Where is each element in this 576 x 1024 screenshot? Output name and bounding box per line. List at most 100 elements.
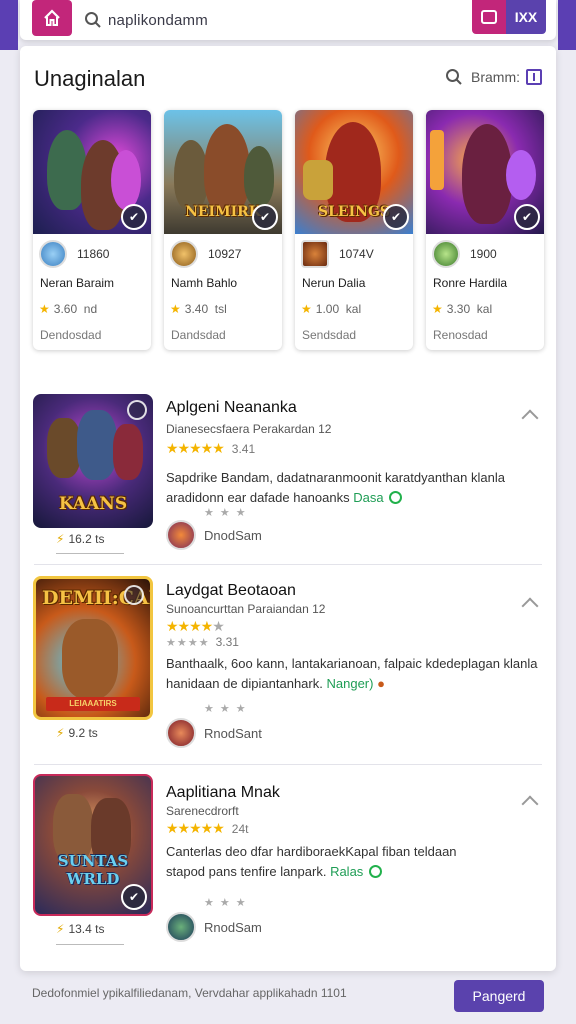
status-text: Dendosdad <box>40 328 102 342</box>
game-thumbnail: SUNTAS WRLD ✔ <box>33 774 153 916</box>
rating: ★ 3.40 tsl <box>170 302 227 316</box>
download-count: 1900 <box>470 247 497 261</box>
price: ⚡ 13.4 ts <box>56 922 105 936</box>
game-name: Nerun Dalia <box>302 276 366 290</box>
game-artwork: SLEINGS ✔ <box>295 110 413 234</box>
featured-card[interactable]: ✔ 1900 Ronre Hardila ★ 3.30 kal Renosdad <box>426 110 544 350</box>
price: ⚡ 16.2 ts <box>56 532 105 546</box>
developer-row[interactable]: RnodSam <box>166 912 262 942</box>
verified-badge-icon: ✔ <box>383 204 409 230</box>
verified-badge-icon: ✔ <box>514 204 540 230</box>
avatar <box>432 240 460 268</box>
developer-name: DnodSam <box>204 527 262 543</box>
game-logo: SUNTAS WRLD <box>57 852 129 888</box>
developer-name: RnodSant <box>204 725 262 741</box>
game-logo: KAANS <box>58 494 128 514</box>
avatar <box>170 240 198 268</box>
rating: ★ 1.00 kal <box>301 302 362 316</box>
game-title: Aplgeni Neananka <box>166 399 297 416</box>
divider <box>34 564 542 565</box>
game-artwork: ✔ <box>33 110 151 234</box>
star-icon: ★ <box>170 302 181 316</box>
game-description: Sapdrike Bandam, dadatnaranmoonit karatd… <box>166 470 505 505</box>
game-name: Ronre Hardila <box>433 276 508 290</box>
info-icon[interactable] <box>127 400 147 420</box>
game-title: Aaplitiana Mnak <box>166 784 280 801</box>
divider <box>56 553 124 554</box>
developer-name: RnodSam <box>204 919 262 935</box>
emoji-icon: ● <box>377 676 385 691</box>
developer-row[interactable]: RnodSant <box>166 718 262 748</box>
rating-count: ★ ★ ★ ★ 3.31 <box>166 635 239 649</box>
close-button[interactable]: IXX <box>506 0 546 34</box>
verified-badge-icon: ✔ <box>252 204 278 230</box>
price: ⚡ 9.2 ts <box>56 726 98 740</box>
main-panel: Unaginalan Bramm: ✔ 11860 Neran Baraim ★… <box>20 46 556 971</box>
mini-rating-icon: ★★★ <box>204 703 252 715</box>
list-item[interactable]: KAANS ⚡ 16.2 ts Aplgeni Neananka Dianesec… <box>20 392 556 562</box>
avatar <box>166 912 196 942</box>
rating-stars: ★★★★ ★ <box>166 618 225 634</box>
game-thumbnail: DEMII:CAN LEIAAATIRS <box>33 576 153 720</box>
chat-icon <box>481 10 497 24</box>
avatar <box>39 240 67 268</box>
browse-label[interactable]: Bramm: <box>471 69 520 85</box>
rating-stars: ★★★★★ 24t <box>166 820 249 836</box>
chevron-up-icon[interactable] <box>521 597 539 615</box>
featured-row: ✔ 11860 Neran Baraim ★ 3.60 nd Dendosdad … <box>33 110 545 350</box>
verified-badge-icon: ✔ <box>121 204 147 230</box>
avatar <box>166 520 196 550</box>
tag-icon: ⚡ <box>56 726 65 740</box>
game-artwork: ✔ <box>426 110 544 234</box>
developer-row[interactable]: DnodSam <box>166 520 262 550</box>
game-thumbnail: KAANS <box>33 394 153 528</box>
mini-rating-icon: ★★★ <box>204 507 252 519</box>
page-title: Unaginalan <box>34 66 146 91</box>
game-name: Neran Baraim <box>40 276 115 290</box>
footer-button[interactable]: Pangerd <box>454 980 544 1012</box>
featured-card[interactable]: NEIMIRK ✔ 10927 Namh Bahlo ★ 3.40 tsl Dan… <box>164 110 282 350</box>
download-count: 11860 <box>77 247 110 261</box>
search-bar: naplikondamm IXX <box>20 0 556 40</box>
chevron-up-icon[interactable] <box>521 795 539 813</box>
search-input[interactable]: naplikondamm <box>108 12 208 29</box>
search-icon[interactable] <box>445 68 463 86</box>
mini-rating-icon: ★★★ <box>204 897 252 909</box>
check-icon <box>368 865 382 878</box>
featured-card[interactable]: ✔ 11860 Neran Baraim ★ 3.60 nd Dendosdad <box>33 110 151 350</box>
star-icon: ★ <box>432 302 443 316</box>
download-count: 10927 <box>208 247 242 261</box>
featured-card[interactable]: SLEINGS ✔ 1074V Nerun Dalia ★ 1.00 kal Se… <box>295 110 413 350</box>
left-accent-bar <box>0 0 18 50</box>
chat-button[interactable] <box>472 0 506 34</box>
game-subtitle: Sarenecdrorft <box>166 804 239 818</box>
list-item[interactable]: SUNTAS WRLD ✔ ⚡ 13.4 ts Aaplitiana Mnak S… <box>20 774 556 964</box>
status-text: Dandsdad <box>171 328 226 342</box>
list-item[interactable]: DEMII:CAN LEIAAATIRS ⚡9.2 ts Laydgat Beo… <box>20 574 556 764</box>
tag-icon: ⚡ <box>56 922 65 936</box>
status-text: Sendsdad <box>302 328 357 342</box>
star-icon: ★ <box>39 302 50 316</box>
verified-badge-icon: ✔ <box>121 884 147 910</box>
home-icon <box>44 9 60 26</box>
status-text: Renosdad <box>433 328 488 342</box>
home-button[interactable] <box>32 0 72 36</box>
info-icon[interactable] <box>124 585 144 605</box>
game-name: Namh Bahlo <box>171 276 238 290</box>
game-subtitle: Sunoancurttan Paraiandan 12 <box>166 602 326 616</box>
game-subtitle: Dianesecsfaera Perakardan 12 <box>166 422 332 436</box>
game-description: Banthaalk, 6oo kann, lantakarianoan, fal… <box>166 656 538 691</box>
chevron-up-icon[interactable] <box>521 409 539 427</box>
download-count: 1074V <box>339 247 374 261</box>
game-artwork: NEIMIRK ✔ <box>164 110 282 234</box>
filter-icon[interactable] <box>526 69 542 85</box>
divider <box>34 764 542 765</box>
check-icon <box>389 491 403 504</box>
game-banner: LEIAAATIRS <box>46 697 140 711</box>
search-icon <box>85 12 101 28</box>
header-actions: Bramm: <box>445 68 542 86</box>
footer-text: Dedofonmiel ypikalfiliedanam, Vervdahar … <box>32 986 347 1000</box>
divider <box>56 944 124 945</box>
rating: ★ 3.60 nd <box>39 302 98 316</box>
right-accent-bar <box>558 0 576 50</box>
